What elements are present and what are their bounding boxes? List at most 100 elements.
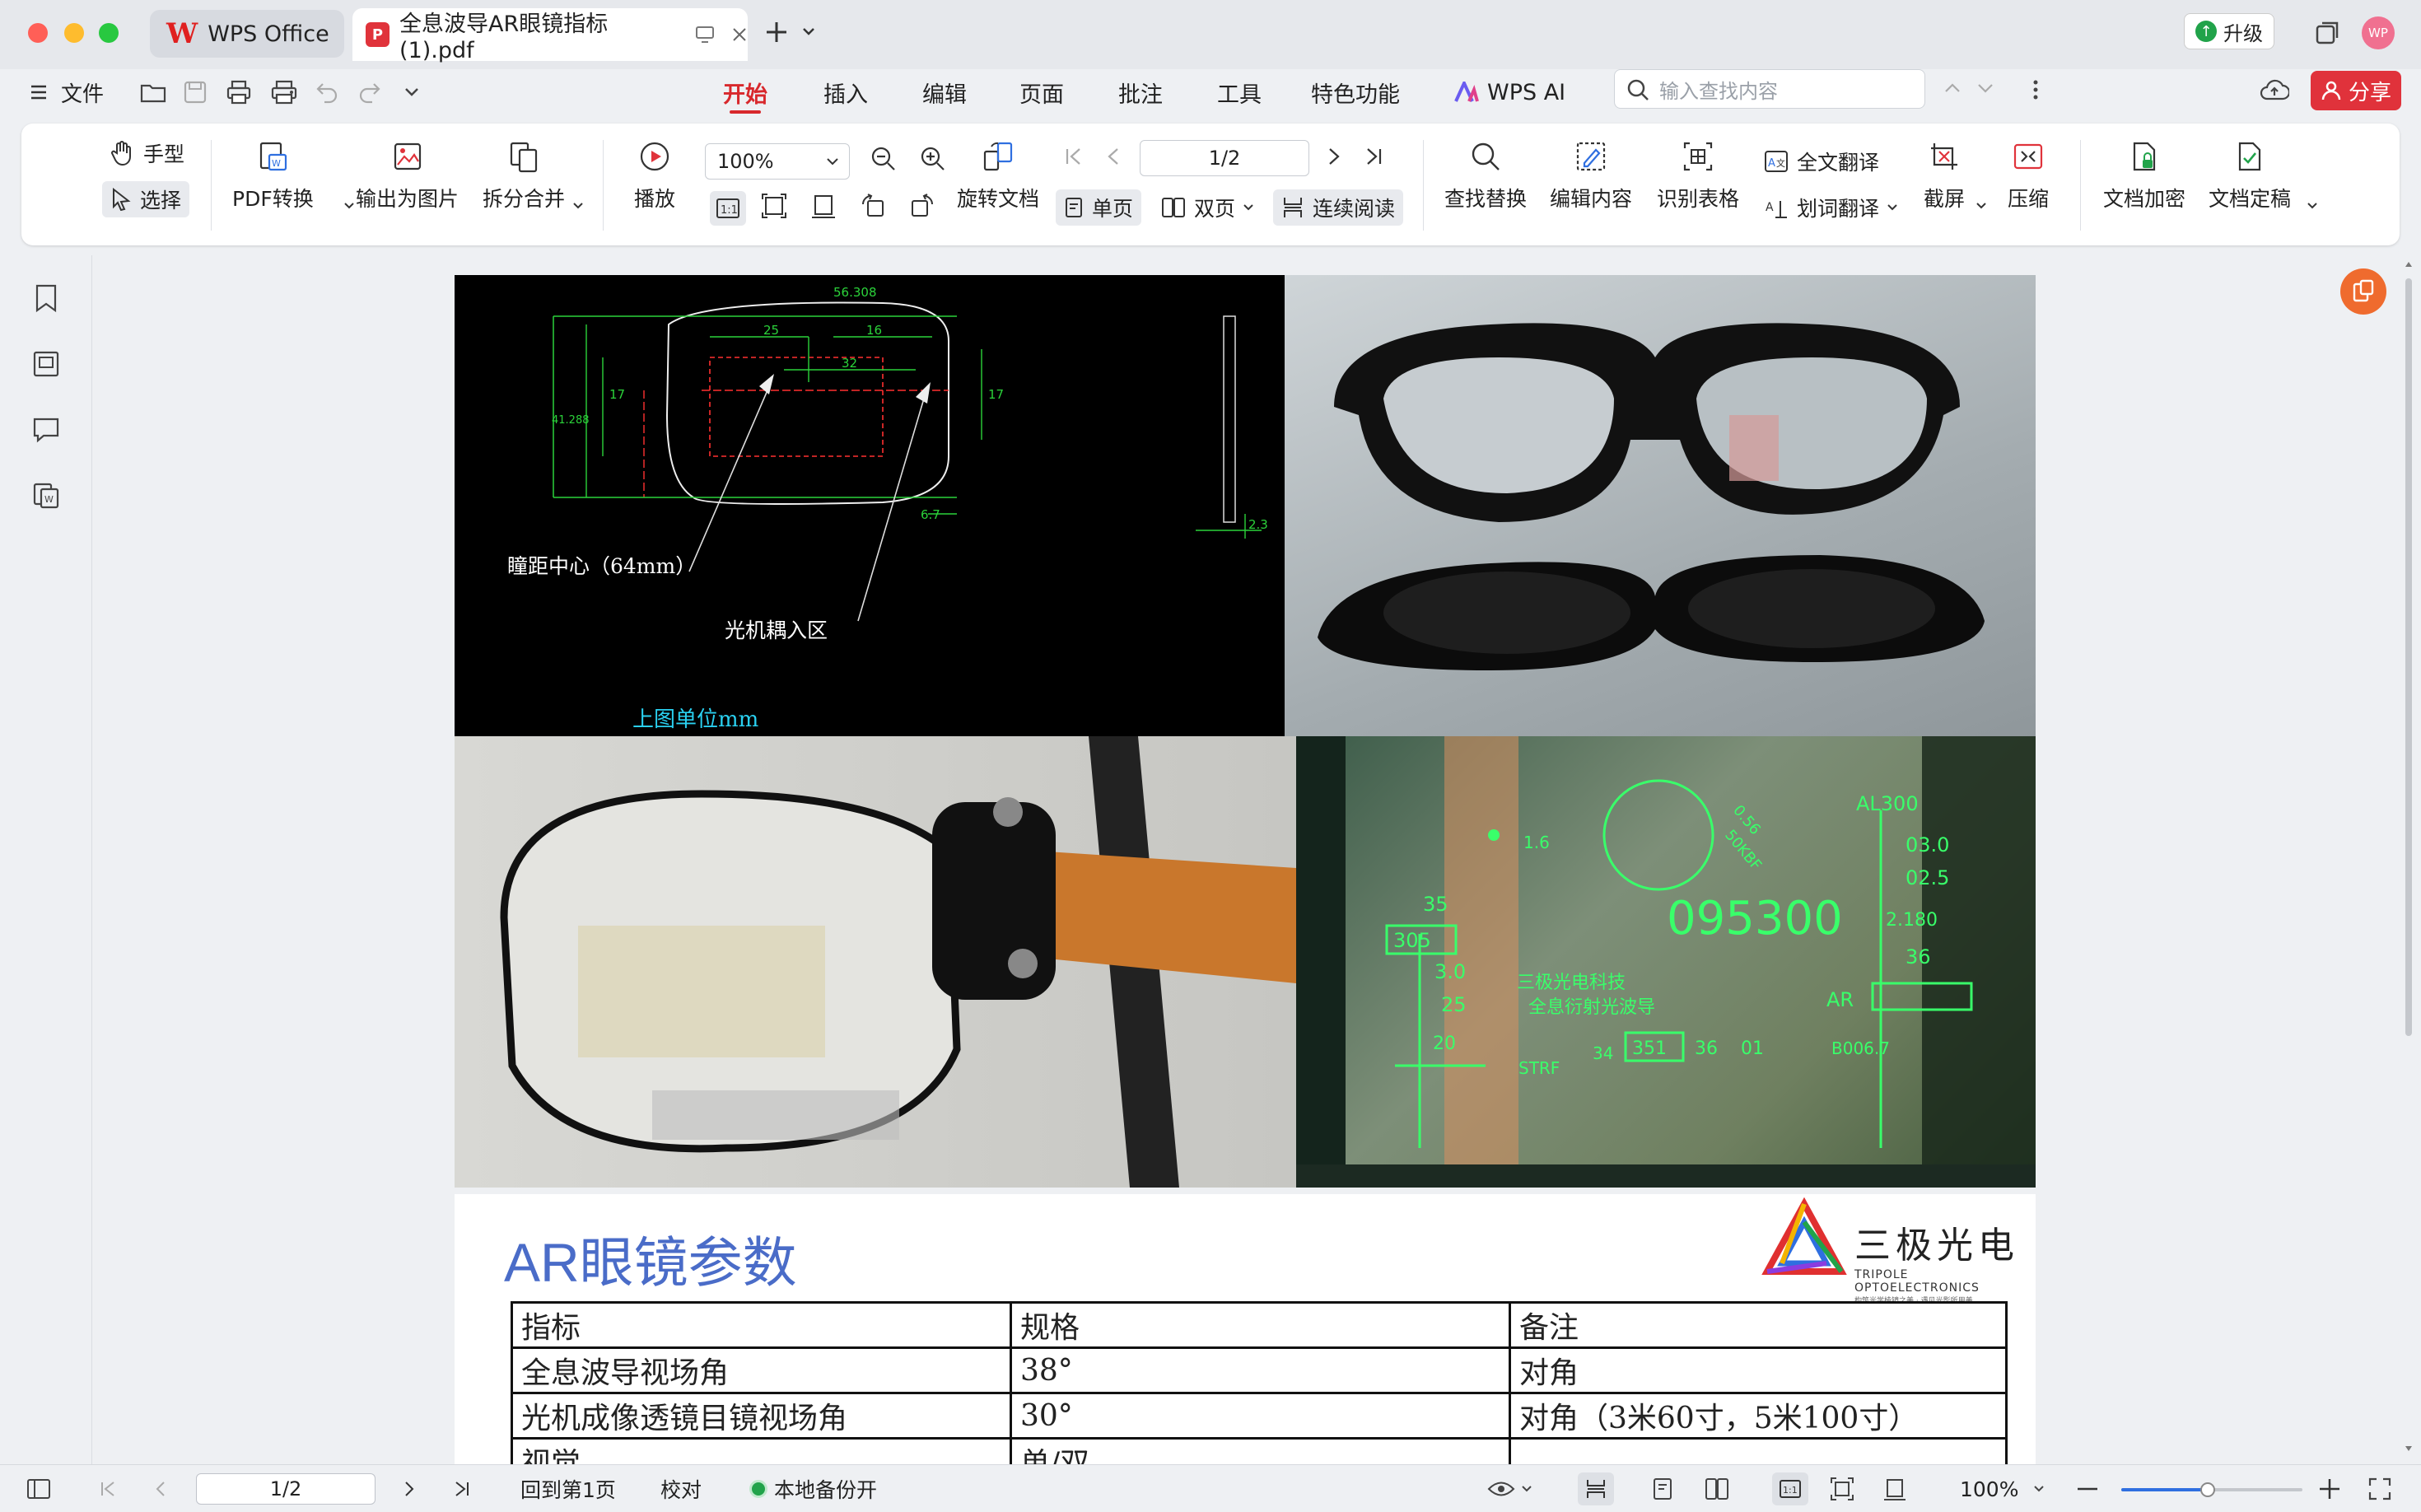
fit-page-icon[interactable] [761, 193, 787, 219]
more-options-icon[interactable] [2032, 79, 2039, 100]
previous-page-icon[interactable] [1105, 147, 1122, 166]
floating-convert-button[interactable] [2340, 268, 2386, 315]
bookmark-icon[interactable] [30, 282, 63, 315]
screenshot-button[interactable]: 截屏 [1924, 138, 1965, 212]
rotate-right-icon[interactable] [909, 193, 935, 219]
tab-tools[interactable]: 工具 [1217, 74, 1262, 110]
fit-width-icon[interactable] [810, 193, 837, 219]
redo-icon[interactable] [357, 76, 382, 109]
recognize-table-button[interactable]: 识别表格 [1657, 138, 1739, 212]
tab-document[interactable]: P 全息波导AR眼镜指标(1).pdf [352, 8, 748, 63]
find-replace-button[interactable]: 查找替换 [1444, 138, 1527, 212]
new-tab-icon[interactable] [764, 20, 789, 44]
search-next-icon[interactable] [1976, 82, 1994, 94]
attachment-pages-icon[interactable]: W [30, 479, 63, 512]
tab-page[interactable]: 页面 [1019, 74, 1064, 110]
chevron-down-icon[interactable] [573, 203, 583, 209]
chevron-down-icon[interactable] [2307, 203, 2317, 209]
hand-tool-button[interactable]: 手型 [110, 135, 184, 171]
tab-wps-home[interactable]: W WPS Office [150, 10, 344, 58]
chevron-down-icon[interactable] [1976, 203, 1986, 209]
zoom-out-icon[interactable] [2077, 1465, 2098, 1512]
tab-edit[interactable]: 编辑 [922, 74, 967, 110]
zoom-slider-handle[interactable] [2200, 1482, 2215, 1497]
finalize-document-button[interactable]: 文档定稿 [2209, 138, 2291, 212]
zoom-select[interactable]: 100% [705, 143, 850, 180]
previous-page-icon[interactable] [153, 1465, 168, 1512]
zoom-in-icon[interactable] [2319, 1465, 2340, 1512]
close-window-button[interactable] [28, 23, 48, 43]
status-page-input[interactable]: 1/2 [196, 1473, 376, 1505]
edit-content-button[interactable]: 编辑内容 [1550, 138, 1632, 212]
single-page-view-icon[interactable] [1652, 1465, 1673, 1512]
thumbnail-icon[interactable] [30, 348, 63, 380]
document-viewer[interactable]: 56.308 25 16 32 17 41.288 17 6.7 2.3 瞳距中… [92, 255, 2405, 1464]
rotate-left-icon[interactable] [860, 193, 886, 219]
chevron-down-icon[interactable] [2034, 1465, 2044, 1512]
split-merge-button[interactable]: 拆分合并 [483, 138, 565, 212]
back-to-first-page-link[interactable]: 回到第1页 [520, 1465, 616, 1512]
file-menu[interactable]: 文件 [30, 76, 104, 109]
double-page-view-icon[interactable] [1705, 1465, 1729, 1512]
tab-wps-ai[interactable]: WPS AI [1454, 74, 1565, 110]
comment-icon[interactable] [30, 413, 63, 446]
rotate-document-button[interactable]: 旋转文档 [957, 138, 1039, 212]
double-page-button[interactable]: 双页 [1161, 189, 1253, 226]
word-translate-button[interactable]: A 划词翻译 [1764, 189, 1897, 226]
minimize-window-button[interactable] [64, 23, 84, 43]
single-page-button[interactable]: 单页 [1056, 189, 1142, 226]
full-translate-button[interactable]: A文 全文翻译 [1764, 143, 1879, 180]
search-prev-icon[interactable] [1943, 82, 1962, 94]
zoom-level[interactable]: 100% [1960, 1465, 2018, 1512]
chevron-down-icon[interactable] [802, 26, 815, 36]
actual-size-view-icon[interactable]: 1:1 [1772, 1472, 1808, 1505]
actual-size-icon[interactable]: 1:1 [710, 191, 746, 226]
search-input[interactable]: 输入查找内容 [1614, 69, 1925, 109]
avatar[interactable]: WP [2362, 16, 2395, 49]
fit-page-view-icon[interactable] [1830, 1465, 1854, 1512]
encrypt-document-button[interactable]: 文档加密 [2103, 138, 2185, 212]
eye-protection-icon[interactable] [1487, 1465, 1515, 1512]
vertical-scrollbar[interactable] [2403, 262, 2414, 1451]
chevron-down-icon[interactable] [404, 76, 420, 109]
open-folder-icon[interactable] [140, 76, 166, 109]
tab-start[interactable]: 开始 [723, 74, 767, 114]
first-page-icon[interactable] [99, 1465, 117, 1512]
close-tab-icon[interactable] [731, 26, 748, 43]
tab-insert[interactable]: 插入 [823, 74, 868, 110]
tab-features[interactable]: 特色功能 [1311, 74, 1400, 110]
next-page-icon[interactable] [1326, 147, 1342, 166]
undo-icon[interactable] [315, 76, 339, 109]
save-icon[interactable] [183, 76, 208, 109]
fullscreen-icon[interactable] [2368, 1465, 2391, 1512]
continuous-read-button[interactable]: 连续阅读 [1273, 189, 1404, 226]
pdf-convert-button[interactable]: W PDF转换 [232, 138, 314, 212]
chevron-down-icon[interactable] [344, 203, 354, 209]
page-number-input[interactable]: 1/2 [1140, 140, 1309, 176]
next-page-icon[interactable] [402, 1465, 417, 1512]
upgrade-button[interactable]: ↑ 升级 [2184, 13, 2274, 49]
zoom-out-icon[interactable] [870, 145, 898, 173]
monitor-icon[interactable] [695, 26, 715, 44]
compress-button[interactable]: 压缩 [2008, 138, 2049, 212]
proofread-button[interactable]: 校对 [660, 1465, 702, 1512]
window-restore-icon[interactable] [2314, 20, 2340, 46]
print-icon[interactable] [226, 76, 252, 109]
maximize-window-button[interactable] [99, 23, 119, 43]
chevron-down-icon[interactable] [1522, 1465, 1532, 1512]
last-page-icon[interactable] [1364, 147, 1383, 166]
select-tool-button[interactable]: 选择 [102, 181, 190, 217]
play-button[interactable]: 播放 [634, 138, 675, 212]
local-backup-status[interactable]: 本地备份开 [749, 1465, 877, 1512]
share-button[interactable]: 分享 [2311, 71, 2401, 110]
quick-print-icon[interactable] [270, 76, 298, 109]
zoom-in-icon[interactable] [919, 145, 947, 173]
fit-width-view-icon[interactable] [1882, 1465, 1907, 1512]
sidebar-toggle-icon[interactable] [26, 1465, 51, 1512]
last-page-icon[interactable] [453, 1465, 471, 1512]
first-page-icon[interactable] [1064, 147, 1084, 166]
export-image-button[interactable]: 输出为图片 [356, 138, 459, 212]
continuous-view-icon[interactable] [1578, 1472, 1614, 1505]
zoom-slider[interactable] [2121, 1482, 2302, 1497]
cloud-upload-icon[interactable] [2260, 77, 2289, 102]
